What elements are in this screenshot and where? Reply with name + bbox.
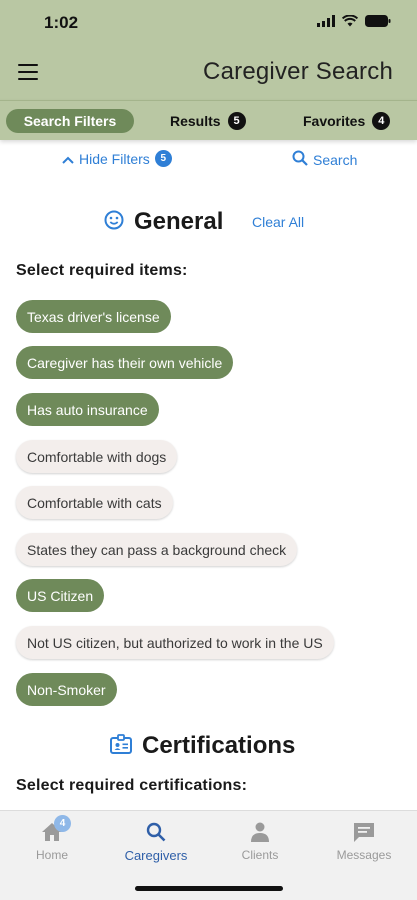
home-icon: 4 [40, 815, 71, 843]
nav-caregivers[interactable]: Caregivers [111, 821, 201, 863]
filter-chip-background-check[interactable]: States they can pass a background check [16, 533, 298, 566]
tab-label: Results [170, 113, 221, 129]
search-button[interactable]: Search [292, 150, 357, 169]
active-filters-badge: 5 [154, 150, 172, 167]
general-section-header: General [104, 208, 223, 236]
chevron-up-icon [62, 151, 74, 167]
app-header: 1:02 Caregiver Search [0, 0, 417, 100]
filter-bar: Hide Filters 5 Search [0, 150, 417, 172]
battery-icon [365, 14, 391, 32]
nav-home[interactable]: 4 Home [7, 815, 97, 862]
hamburger-icon [18, 64, 38, 66]
tab-label: Search Filters [23, 113, 117, 129]
hide-filters-button[interactable]: Hide Filters 5 [62, 150, 172, 167]
certifications-section-header: Certifications [110, 732, 295, 760]
person-icon [248, 821, 272, 843]
filter-chip-texas-license[interactable]: Texas driver's license [16, 300, 171, 333]
tab-search-filters[interactable]: Search Filters [6, 109, 134, 133]
general-title: General [134, 208, 224, 235]
filter-chip-auto-insurance[interactable]: Has auto insurance [16, 393, 159, 426]
nav-label: Home [35, 848, 68, 862]
message-icon [352, 821, 376, 843]
filters-panel: Hide Filters 5 Search General Clear All … [0, 140, 417, 810]
results-count-badge: 5 [227, 112, 246, 130]
filter-chip-us-citizen[interactable]: US Citizen [16, 579, 105, 612]
favorites-count-badge: 4 [372, 112, 391, 130]
general-prompt: Select required items: [16, 262, 188, 279]
filter-chip-non-smoker[interactable]: Non-Smoker [16, 673, 117, 706]
status-time: 1:02 [44, 13, 79, 32]
filter-chip-authorized-to-work[interactable]: Not US citizen, but authorized to work i… [16, 626, 334, 659]
nav-label: Messages [336, 848, 392, 862]
tab-favorites[interactable]: Favorites 4 [303, 109, 391, 133]
certifications-prompt: Select required certifications: [16, 777, 248, 794]
nav-label: Clients [241, 848, 279, 862]
nav-label: Caregivers [124, 848, 188, 863]
tab-results[interactable]: Results 5 [170, 109, 246, 133]
home-notification-badge: 4 [54, 815, 71, 832]
wifi-icon [341, 14, 359, 32]
tab-label: Favorites [303, 113, 366, 129]
page-title: Caregiver Search [203, 58, 393, 85]
home-indicator [135, 886, 283, 891]
signal-icon [317, 14, 335, 32]
filter-chip-dogs[interactable]: Comfortable with dogs [16, 440, 178, 473]
nav-clients[interactable]: Clients [215, 821, 305, 862]
search-icon [292, 150, 308, 169]
face-icon [104, 210, 124, 235]
clear-all-button[interactable]: Clear All [252, 214, 304, 230]
nav-messages[interactable]: Messages [319, 821, 409, 862]
badge-icon [110, 733, 132, 759]
search-label: Search [313, 151, 358, 168]
menu-button[interactable] [18, 64, 38, 80]
filter-chip-own-vehicle[interactable]: Caregiver has their own vehicle [16, 346, 234, 379]
hide-filters-label: Hide Filters [79, 150, 150, 167]
certifications-title: Certifications [142, 732, 296, 759]
search-icon [144, 821, 168, 843]
filter-chip-cats[interactable]: Comfortable with cats [16, 486, 173, 519]
status-icons [317, 14, 391, 32]
tab-bar: Search Filters Results 5 Favorites 4 [0, 100, 417, 140]
